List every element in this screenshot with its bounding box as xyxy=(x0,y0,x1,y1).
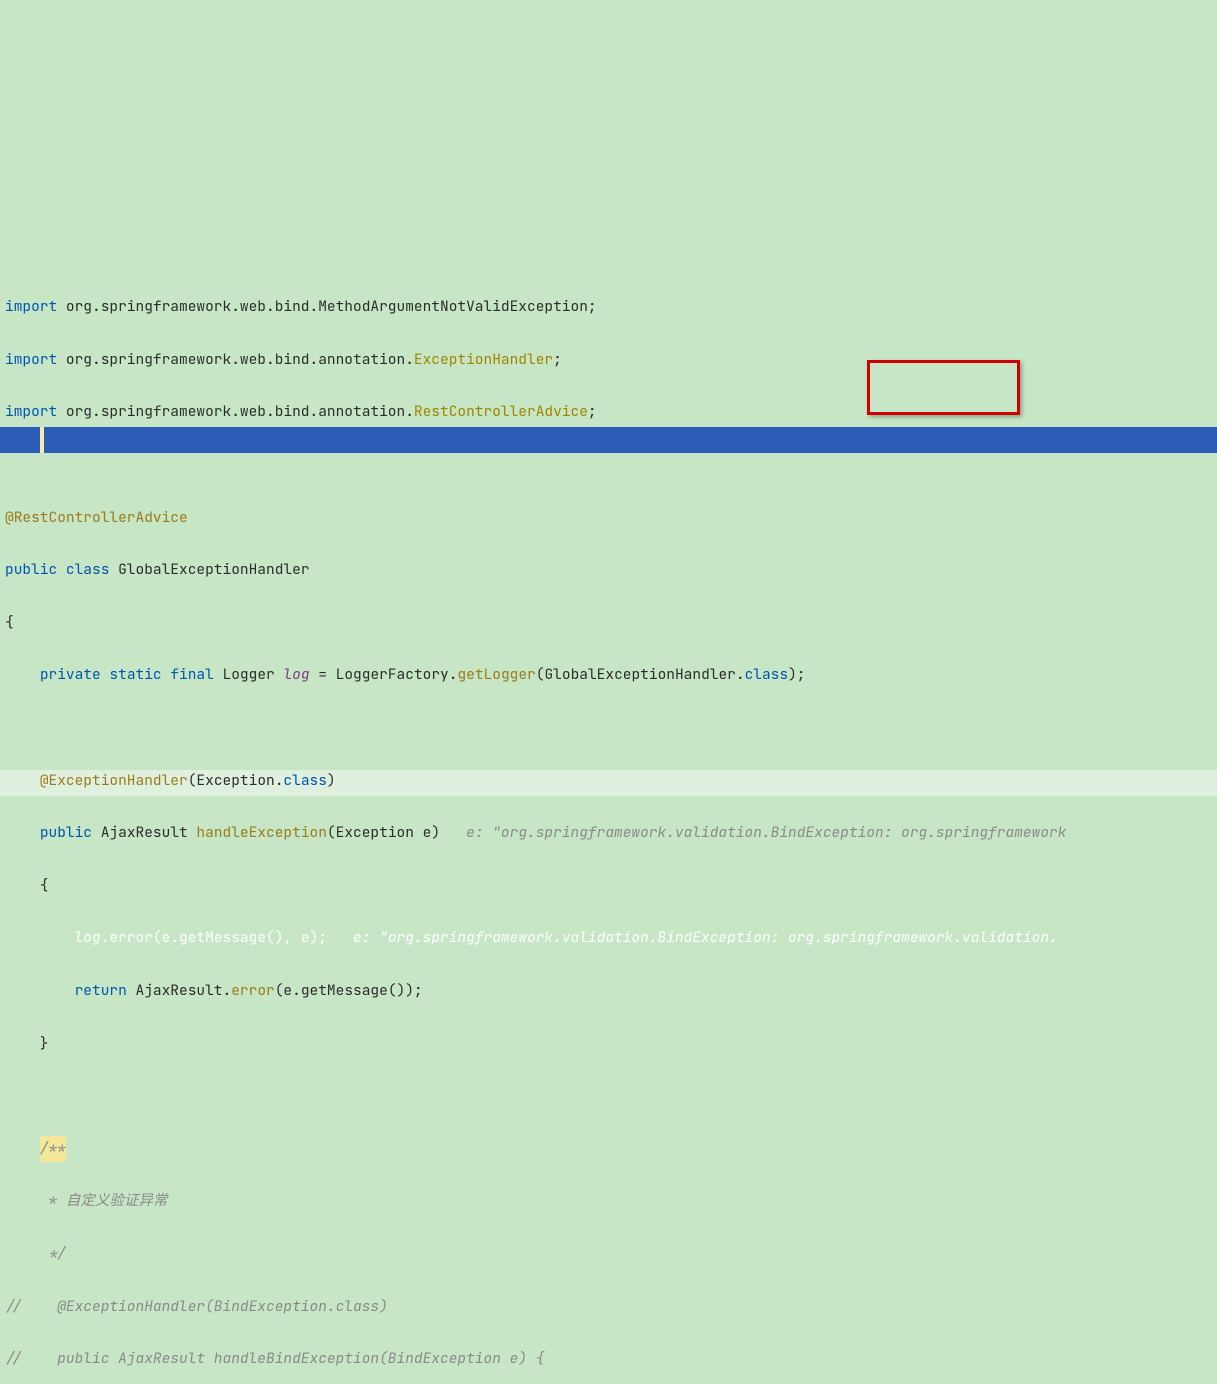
code-line[interactable]: } xyxy=(5,1031,1217,1057)
code-line[interactable]: import org.springframework.web.bind.Meth… xyxy=(5,294,1217,320)
javadoc-line: * 自定义验证异常 xyxy=(5,1188,167,1214)
method: error xyxy=(231,978,275,1004)
code-line[interactable]: public AjaxResult handleException(Except… xyxy=(5,820,1217,846)
code-line[interactable] xyxy=(5,1083,1217,1109)
code-line[interactable] xyxy=(5,715,1217,741)
text: (e.getMessage()); xyxy=(275,978,423,1004)
code-line[interactable]: */ xyxy=(5,1241,1217,1267)
method-name: handleException xyxy=(196,820,327,846)
field: log xyxy=(283,662,309,688)
text: org.springframework.web.bind.annotation. xyxy=(57,399,414,425)
code-line-selected[interactable]: log.error(e.getMessage(), e); e: "org.sp… xyxy=(5,925,1217,951)
keyword: class xyxy=(283,768,327,794)
class-ref: RestControllerAdvice xyxy=(414,399,588,425)
javadoc-start: /** xyxy=(40,1136,66,1162)
text: org.springframework.web.bind.MethodArgum… xyxy=(57,294,596,320)
text: ); xyxy=(788,662,805,688)
code-line[interactable]: import org.springframework.web.bind.anno… xyxy=(5,347,1217,373)
annotation: @RestControllerAdvice xyxy=(5,505,188,531)
code-line[interactable]: @RestControllerAdvice xyxy=(5,505,1217,531)
code-line[interactable]: * 自定义验证异常 xyxy=(5,1188,1217,1214)
keyword: import xyxy=(5,294,57,320)
keyword: static xyxy=(109,662,161,688)
keyword: import xyxy=(5,399,57,425)
inline-hint: e: "org.springframework.validation.BindE… xyxy=(327,925,1058,951)
code-line[interactable] xyxy=(5,452,1217,478)
comment: // public AjaxResult handleBindException… xyxy=(5,1346,544,1372)
params: (Exception e) xyxy=(327,820,440,846)
code-line[interactable]: // @ExceptionHandler(BindException.class… xyxy=(5,1294,1217,1320)
inline-hint: e: "org.springframework.validation.BindE… xyxy=(440,820,1066,846)
keyword: return xyxy=(75,978,127,1004)
code-line[interactable]: public class GlobalExceptionHandler xyxy=(5,557,1217,583)
brace: { xyxy=(5,873,49,899)
keyword: private xyxy=(40,662,101,688)
indent xyxy=(5,978,75,1004)
text: (Exception. xyxy=(188,768,284,794)
class-name: GlobalExceptionHandler xyxy=(109,557,309,583)
code-line[interactable]: @ExceptionHandler(Exception.class) xyxy=(5,768,1217,794)
keyword: class xyxy=(66,557,110,583)
type: Logger xyxy=(214,662,284,688)
text: = LoggerFactory. xyxy=(310,662,458,688)
text: (GlobalExceptionHandler. xyxy=(536,662,745,688)
code-line[interactable]: // public AjaxResult handleBindException… xyxy=(5,1346,1217,1372)
code-line[interactable]: { xyxy=(5,873,1217,899)
field: log xyxy=(75,925,101,951)
code-line[interactable]: return AjaxResult.error(e.getMessage()); xyxy=(5,978,1217,1004)
text: ; xyxy=(553,347,562,373)
javadoc-end: */ xyxy=(5,1241,66,1267)
text: org.springframework.web.bind.annotation. xyxy=(57,347,414,373)
code-line[interactable]: import org.springframework.web.bind.anno… xyxy=(5,399,1217,425)
method: getLogger xyxy=(457,662,535,688)
annotation: @ExceptionHandler xyxy=(40,768,188,794)
keyword: public xyxy=(5,557,57,583)
class-ref: ExceptionHandler xyxy=(414,347,553,373)
keyword: public xyxy=(40,820,92,846)
text: ; xyxy=(588,399,597,425)
code-line[interactable]: private static final Logger log = Logger… xyxy=(5,662,1217,688)
keyword: class xyxy=(745,662,789,688)
code-line[interactable]: /** xyxy=(5,1136,1217,1162)
brace: { xyxy=(5,610,14,636)
keyword: import xyxy=(5,347,57,373)
comment: // @ExceptionHandler(BindException.class… xyxy=(5,1294,388,1320)
text: .error(e.getMessage(), e); xyxy=(101,925,327,951)
text: ) xyxy=(327,768,336,794)
text: AjaxResult. xyxy=(127,978,231,1004)
keyword: final xyxy=(170,662,214,688)
brace: } xyxy=(5,1031,49,1057)
indent xyxy=(5,925,75,951)
type: AjaxResult xyxy=(92,820,196,846)
code-editor[interactable]: import org.springframework.web.bind.Meth… xyxy=(0,105,1217,797)
code-line[interactable]: { xyxy=(5,610,1217,636)
